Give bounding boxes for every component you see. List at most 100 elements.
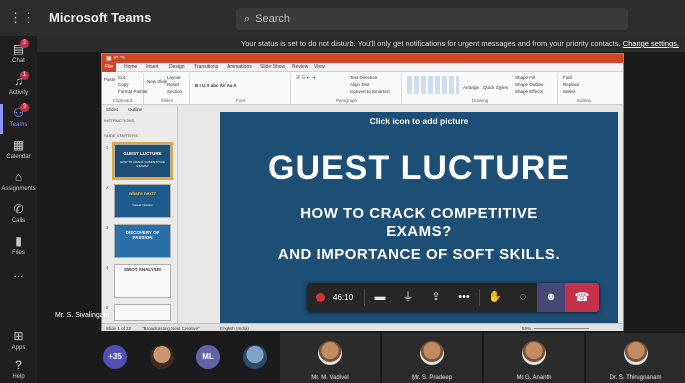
slide-thumbnail[interactable]: 2 what's next? Career Options [106,184,171,218]
rail-item-help[interactable]: ? Help [0,354,37,383]
slide-thumbnail[interactable]: 5 [106,304,171,321]
convert-smartart-button[interactable]: Convert to SmartArt [350,89,390,94]
tab-file[interactable]: File [102,63,116,72]
arrange-button[interactable]: Arrange [463,85,479,90]
quick-access-icons: ▣ ↶ ↷ [106,56,126,62]
tab-slides[interactable]: Slides [106,107,118,112]
participant-photo [623,341,648,365]
section-slide-starters[interactable]: SLIDE STARTERS [104,133,138,138]
more-icon: ... [13,266,24,280]
paste-button[interactable]: Paste [104,77,116,82]
tab-review[interactable]: Review [292,64,308,70]
title-bar: ⋮⋮ Microsoft Teams ⌕ Search [0,0,685,36]
rail-item-assignments[interactable]: ⌂ Assignments [0,166,37,200]
list-buttons[interactable]: ☰ ☷ ⇤ ⇥ [296,75,315,81]
rail-item-more[interactable]: ... [0,262,37,296]
rail-item-label: Chat [12,58,25,64]
rail-item-chat[interactable]: ▤ 2 Chat [0,38,37,72]
mic-off-icon[interactable]: ⏚ [394,283,422,312]
tab-design[interactable]: Design [169,64,185,70]
participant-avatar[interactable] [243,345,267,369]
cut-button[interactable]: Cut [118,75,125,80]
rail-item-files[interactable]: ▮ Files [0,230,37,264]
participant-tile[interactable]: Mr. S. Pradeep [382,333,482,383]
select-button[interactable]: Select [563,89,576,94]
ppt-ribbon: Paste Cut Copy Format Painter Clipboard … [102,72,623,105]
share-icon[interactable]: ⇪ [422,283,450,312]
quick-styles-button[interactable]: Quick Styles [483,85,508,90]
reset-button[interactable]: Reset [167,82,179,87]
zoom-slider[interactable] [534,328,589,329]
participant-tile[interactable]: Mr. M. Vadivel [280,333,380,383]
shape-outline-button[interactable]: Shape Outline [515,82,544,87]
format-painter-button[interactable]: Format Painter [118,89,148,94]
layout-button[interactable]: Layout [167,75,181,80]
slide-number: 2 [106,185,109,190]
slide-subtitle-line3: AND IMPORTANCE OF SOFT SKILLS. [277,246,561,263]
participant-tile[interactable]: Mr.G. Ananth [484,333,584,383]
teams-badge: 3 [20,103,29,112]
font-format-buttons[interactable]: B I U S abc AV Aa A [195,83,237,88]
participant-initials[interactable]: ML [196,345,220,369]
group-label: Font [235,98,245,103]
search-input[interactable]: ⌕ Search [236,8,628,30]
rail-item-calendar[interactable]: ▦ Calendar [0,134,37,168]
rail-item-label: Assignments [1,186,36,192]
rail-item-calls[interactable]: ✆ Calls [0,198,37,232]
rail-item-activity[interactable]: ♫ 1 Activity [0,70,37,104]
tab-home[interactable]: Home [124,64,137,70]
tab-view[interactable]: View [314,64,325,70]
participant-avatar[interactable] [150,345,174,369]
section-button[interactable]: Section [167,89,182,94]
participant-name: Mr.G. Ananth [516,375,552,381]
file-icon: ▮ [15,234,22,248]
picture-placeholder[interactable]: Click icon to add picture [220,116,618,126]
hang-up-icon[interactable]: ☎ [565,283,599,312]
divider [364,289,365,306]
participant-tile[interactable]: Dr. S. Thirugnanam [586,333,685,383]
dnd-banner: Your status is set to do not disturb. Yo… [37,36,685,52]
replace-button[interactable]: Replace [563,82,580,87]
text-direction-button[interactable]: Text Direction [350,75,377,80]
app-launcher-icon[interactable]: ⋮⋮ [9,10,35,26]
rail-item-label: Files [12,250,25,256]
people-icon[interactable]: ☻ [537,283,565,312]
recording-icon [316,293,325,302]
slide-thumbnail[interactable]: 4 SWOT ANALYSIS [106,264,171,298]
app-name: Microsoft Teams [49,10,152,25]
tab-slide-show[interactable]: Slide Show [260,64,285,70]
rail-item-teams[interactable]: ⚇ 3 Teams [0,102,37,136]
participant-photo [318,341,342,365]
participant-photo [522,341,546,365]
tab-transitions[interactable]: Transitions [194,64,218,70]
slide-thumbnail[interactable]: 3 DISCOVERY OF PASSION [106,224,171,258]
tab-outline[interactable]: Outline [128,107,142,112]
help-icon: ? [15,358,22,372]
tab-insert[interactable]: Insert [146,64,159,70]
more-icon[interactable]: ••• [450,283,478,312]
phone-icon: ✆ [13,202,24,216]
shape-fill-button[interactable]: Shape Fill [515,75,535,80]
change-settings-link[interactable]: Change settings. [623,39,679,48]
slide-number: 5 [106,305,109,310]
shape-effects-button[interactable]: Shape Effects [515,89,543,94]
copy-button[interactable]: Copy [118,82,129,87]
find-button[interactable]: Find [563,75,572,80]
raise-hand-icon[interactable]: ✋ [481,283,509,312]
group-label: Drawing [471,98,489,103]
rail-item-label: Help [12,374,25,380]
slide-thumbnail[interactable]: 1 GUEST LUCTURE HOW TO CRACK COMPETITIVE… [106,142,173,180]
group-label: Paragraph [335,98,357,103]
rail-item-label: Calls [11,218,26,224]
section-instructions[interactable]: INSTRUCTIONS [104,118,134,123]
overflow-participants[interactable]: +35 [103,345,127,369]
divider [479,289,480,306]
chat-icon[interactable]: ◌ [509,283,537,312]
shapes-gallery[interactable] [407,76,459,94]
camera-off-icon[interactable]: ▬ [366,283,394,312]
app-bar: ▤ 2 Chat ♫ 1 Activity ⚇ 3 Teams ▦ Calend… [0,36,37,383]
slide-title: GUEST LUCTURE [268,149,570,187]
new-slide-button[interactable]: New Slide [147,79,167,84]
tab-animations[interactable]: Animations [227,64,252,70]
align-text-button[interactable]: Align Text [350,82,369,87]
